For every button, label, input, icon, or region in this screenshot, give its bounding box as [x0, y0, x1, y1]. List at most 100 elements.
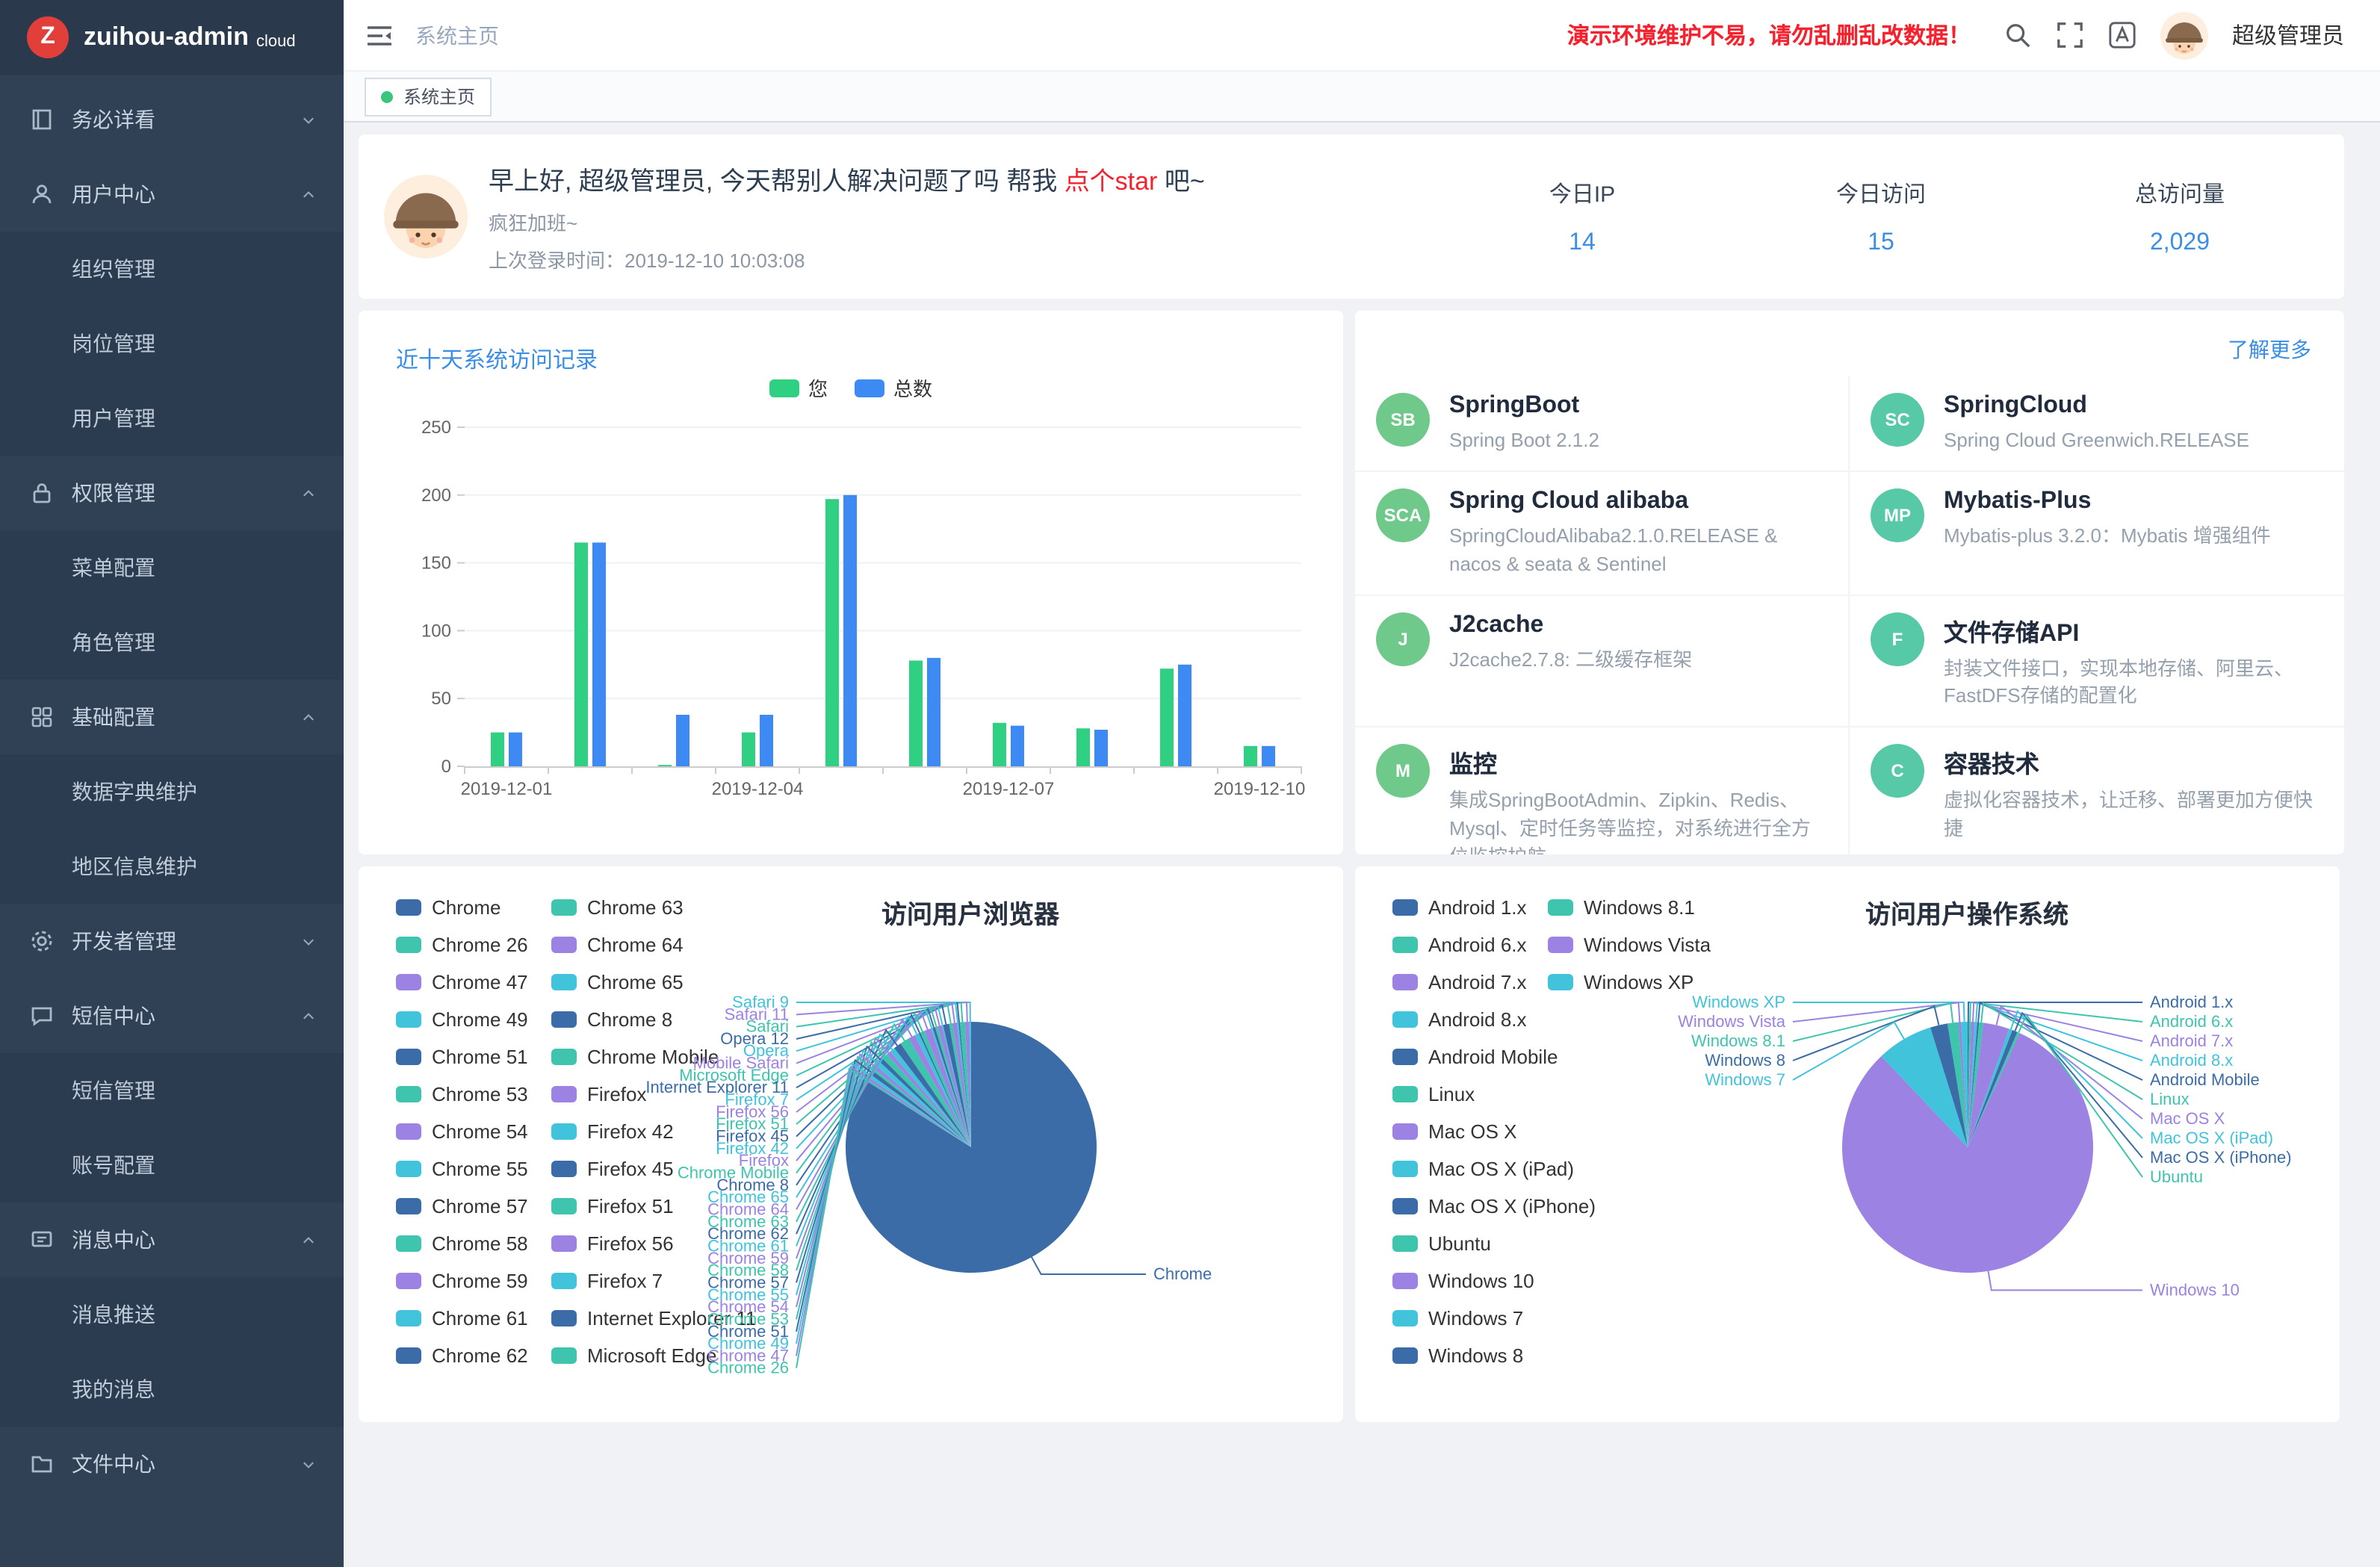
last-login: 上次登录时间：2019-12-10 10:03:08: [489, 245, 1205, 273]
sidebar-subitem[interactable]: 用户管理: [0, 381, 344, 456]
last-login-time: 2019-12-10 10:03:08: [625, 249, 805, 272]
tech-item: SCA Spring Cloud alibaba SpringCloudAlib…: [1355, 472, 1850, 595]
bar-total[interactable]: [927, 658, 940, 766]
tech-initials-badge: MP: [1871, 488, 1924, 542]
greeting: 早上好, 超级管理员, 今天帮别人解决问题了吗 帮我 点个star 吧~: [489, 160, 1205, 197]
bar-you[interactable]: [825, 499, 839, 766]
sidebar-item[interactable]: 开发者管理: [0, 904, 344, 978]
tech-title: SpringBoot: [1449, 393, 1599, 420]
fullscreen-icon[interactable]: [2056, 21, 2084, 49]
app-logo[interactable]: Z zuihou-admin cloud: [0, 0, 344, 75]
legend-item[interactable]: 您: [769, 373, 828, 402]
stat-block: 今日访问 15: [1732, 177, 2030, 256]
bar-total[interactable]: [1094, 730, 1108, 766]
visits-chart-legend: 您 总数: [359, 373, 1343, 402]
tech-title: 监控: [1449, 744, 1824, 780]
sidebar-subitem[interactable]: 组织管理: [0, 232, 344, 306]
stat-label: 总访问量: [2030, 177, 2329, 208]
pie-label: Android 8.x: [2150, 1051, 2233, 1070]
os-pie-card: Android 1.x Android 6.x Android 7.x Andr…: [1355, 866, 2340, 1422]
tech-texts: SpringBoot Spring Boot 2.1.2: [1449, 393, 1599, 456]
sidebar-subitem[interactable]: 消息推送: [0, 1277, 344, 1352]
sidebar-subitem[interactable]: 我的消息: [0, 1352, 344, 1427]
pie-label: Windows 7: [1705, 1070, 1785, 1089]
sidebar-item-label: 用户中心: [72, 179, 300, 209]
sidebar-subitem[interactable]: 数据字典维护: [0, 754, 344, 829]
bar-total[interactable]: [676, 715, 689, 766]
sidebar-item[interactable]: 权限管理: [0, 456, 344, 530]
pie-label: Chrome: [1153, 1265, 1212, 1283]
search-icon[interactable]: [2004, 21, 2032, 49]
y-tick-label: 0: [441, 757, 451, 777]
y-tick-label: 50: [431, 689, 451, 709]
sidebar-subitem[interactable]: 角色管理: [0, 605, 344, 680]
bar-you[interactable]: [658, 765, 672, 766]
gear-icon: [30, 929, 54, 953]
bar-you[interactable]: [574, 542, 588, 766]
tech-item: MP Mybatis-Plus Mybatis-plus 3.2.0：Mybat…: [1850, 472, 2344, 595]
sidebar-item[interactable]: 消息中心: [0, 1203, 344, 1277]
tech-initials-badge: C: [1871, 744, 1924, 798]
tech-desc: SpringCloudAlibaba2.1.0.RELEASE & nacos …: [1449, 523, 1824, 579]
bar-you[interactable]: [909, 660, 923, 766]
bar-total[interactable]: [1178, 665, 1191, 766]
avatar[interactable]: [2160, 11, 2208, 59]
bar-you[interactable]: [993, 723, 1006, 766]
sidebar-item-label: 基础配置: [72, 702, 300, 732]
bar-total[interactable]: [1011, 726, 1024, 766]
tech-texts: Mybatis-Plus Mybatis-plus 3.2.0：Mybatis …: [1944, 488, 2271, 551]
tech-desc: 虚拟化容器技术，让迁移、部署更加方便快捷: [1944, 787, 2320, 843]
sidebar-subitem[interactable]: 岗位管理: [0, 306, 344, 381]
sidebar-item[interactable]: 务必详看: [0, 82, 344, 157]
tech-initials-badge: J: [1376, 612, 1430, 665]
font-size-icon[interactable]: [2108, 21, 2136, 49]
bar-total[interactable]: [843, 495, 857, 766]
bar-you[interactable]: [742, 733, 755, 766]
pie-label: Windows Vista: [1678, 1012, 1786, 1031]
sidebar-subitem[interactable]: 菜单配置: [0, 530, 344, 605]
greeting-prefix: 早上好, 超级管理员, 今天帮别人解决问题了吗 帮我: [489, 167, 1065, 196]
stat-value: 14: [1433, 229, 1732, 256]
bar-total[interactable]: [509, 733, 522, 766]
bar-total[interactable]: [760, 715, 773, 766]
username[interactable]: 超级管理员: [2232, 19, 2344, 51]
pie-label-line: [1989, 1271, 2142, 1291]
tab-home[interactable]: 系统主页: [365, 77, 492, 116]
bar-you[interactable]: [1076, 728, 1090, 766]
bar-you[interactable]: [1160, 668, 1174, 766]
chevron-up-icon: [300, 485, 317, 501]
legend-swatch: [855, 379, 884, 397]
legend-item[interactable]: 总数: [855, 373, 932, 402]
bar-total[interactable]: [592, 542, 606, 766]
tech-texts: 文件存储API 封装文件接口，实现本地存储、阿里云、FastDFS存储的配置化: [1944, 612, 2320, 711]
tech-item: F 文件存储API 封装文件接口，实现本地存储、阿里云、FastDFS存储的配置…: [1850, 595, 2344, 727]
tech-title: Mybatis-Plus: [1944, 488, 2271, 515]
learn-more-link[interactable]: 了解更多: [2228, 335, 2311, 364]
tech-desc: J2cache2.7.8: 二级缓存框架: [1449, 646, 1692, 674]
bar-you[interactable]: [491, 733, 504, 766]
sidebar-subitem[interactable]: 短信管理: [0, 1053, 344, 1128]
sidebar-item[interactable]: 文件中心: [0, 1427, 344, 1501]
pie-label: Windows 8: [1705, 1051, 1785, 1070]
star-link[interactable]: 点个star: [1065, 167, 1158, 196]
content: 早上好, 超级管理员, 今天帮别人解决问题了吗 帮我 点个star 吧~ 疯狂加…: [344, 122, 2380, 1567]
pie-label: Mac OS X: [2150, 1109, 2225, 1128]
tech-desc: 集成SpringBootAdmin、Zipkin、Redis、Mysql、定时任…: [1449, 787, 1824, 854]
sidebar-item[interactable]: 基础配置: [0, 680, 344, 754]
y-tick-label: 200: [421, 485, 451, 506]
sidebar-item[interactable]: 短信中心: [0, 978, 344, 1053]
pie-label: Mac OS X (iPad): [2150, 1129, 2273, 1147]
tech-texts: Spring Cloud alibaba SpringCloudAlibaba2…: [1449, 488, 1824, 579]
legend-label: 您: [808, 373, 828, 402]
sidebar-item-label: 开发者管理: [72, 926, 300, 956]
chevron-up-icon: [300, 186, 317, 202]
sidebar-item-label: 短信中心: [72, 1001, 300, 1031]
grid-icon: [30, 705, 54, 729]
bar-you[interactable]: [1244, 746, 1257, 766]
sidebar-subitem[interactable]: 地区信息维护: [0, 829, 344, 904]
bar-total[interactable]: [1262, 746, 1275, 766]
tech-title: J2cache: [1449, 612, 1692, 639]
menu-toggle-icon[interactable]: [365, 20, 394, 50]
sidebar-item[interactable]: 用户中心: [0, 157, 344, 232]
sidebar-subitem[interactable]: 账号配置: [0, 1128, 344, 1203]
